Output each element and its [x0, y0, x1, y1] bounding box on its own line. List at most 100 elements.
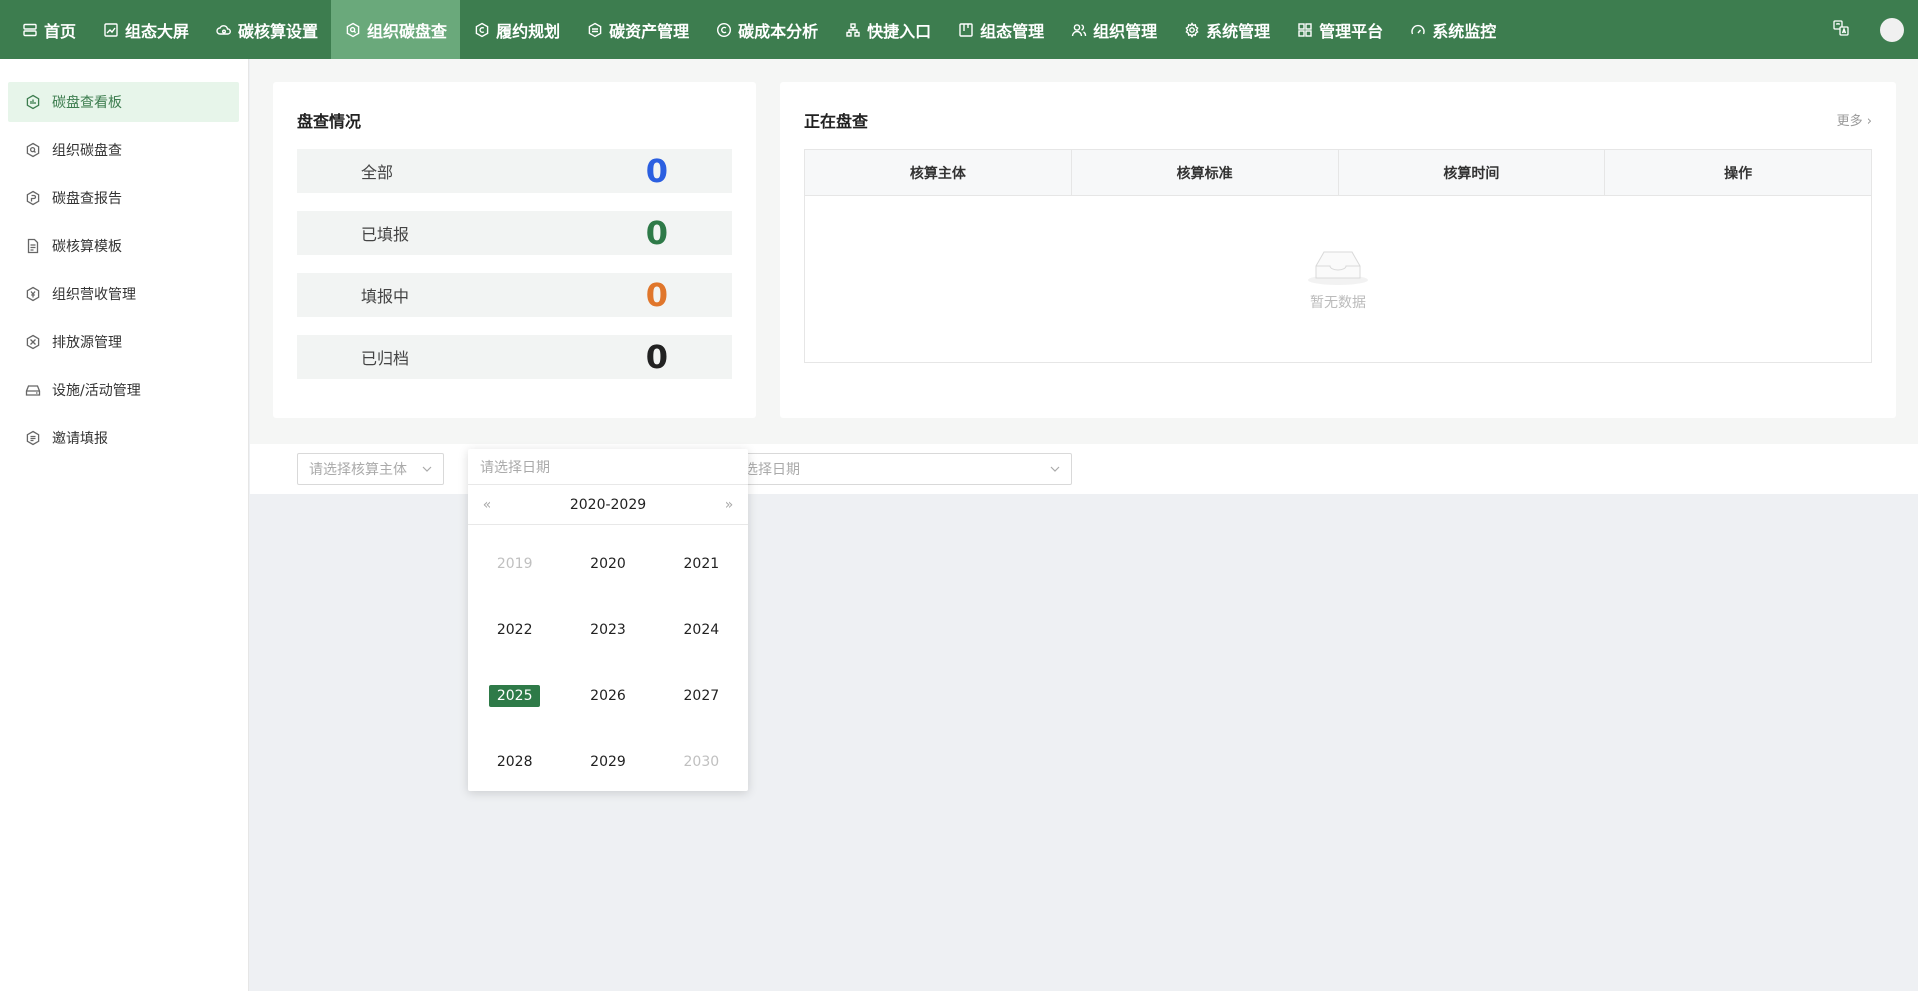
users-icon — [1070, 21, 1088, 39]
chevron-down-icon — [422, 466, 432, 472]
nav-item-system-monitor[interactable]: 系统监控 — [1396, 0, 1509, 59]
cloud-gear-icon — [215, 21, 233, 39]
column-header: 核算标准 — [1072, 150, 1339, 195]
sidebar-item-label: 排放源管理 — [52, 335, 122, 351]
year-cell[interactable]: 2020 — [561, 531, 654, 597]
avatar[interactable] — [1880, 17, 1904, 42]
translate-icon[interactable] — [1832, 19, 1850, 41]
grid-icon — [1296, 21, 1314, 39]
column-header: 核算时间 — [1339, 150, 1606, 195]
year-label: 2019 — [496, 556, 533, 572]
nav-item-home[interactable]: 首页 — [8, 0, 89, 59]
year-cell[interactable]: 2023 — [561, 597, 654, 663]
table-header: 核算主体 核算标准 核算时间 操作 — [805, 150, 1871, 196]
empty-state: 暂无数据 — [805, 245, 1871, 312]
year-label: 2024 — [683, 622, 720, 638]
year-label: 2027 — [683, 688, 720, 704]
year-cell[interactable]: 2019 — [468, 531, 561, 597]
year-cell[interactable]: 2027 — [655, 663, 748, 729]
sidebar-item-invite-fill[interactable]: 邀请填报 — [8, 418, 239, 458]
stat-row-archived: 已归档 0 — [297, 335, 732, 379]
sidebar-item-org-inventory[interactable]: 组织碳盘查 — [8, 130, 239, 170]
empty-inbox-icon — [1308, 251, 1368, 285]
server-icon — [21, 21, 39, 39]
sidebar-item-label: 碳盘查报告 — [52, 191, 122, 207]
nav-item-config-manage[interactable]: 组态管理 — [944, 0, 1057, 59]
stat-value: 0 — [645, 276, 668, 314]
year-label: 2028 — [496, 754, 533, 770]
tools-icon — [24, 333, 42, 351]
sidebar-item-revenue-manage[interactable]: 组织营收管理 — [8, 274, 239, 314]
stat-label: 已归档 — [361, 349, 410, 368]
nav-item-management-platform[interactable]: 管理平台 — [1283, 0, 1396, 59]
year-label: 2023 — [590, 622, 626, 638]
year-cell[interactable]: 2022 — [468, 597, 561, 663]
stat-label: 已填报 — [361, 225, 410, 244]
nav-item-dashboard-screen[interactable]: 组态大屏 — [89, 0, 202, 59]
entity-select-placeholder: 请选择核算主体 — [309, 462, 407, 478]
sidebar-item-inventory-board[interactable]: 碳盘查看板 — [8, 82, 239, 122]
hard-drive-icon — [24, 381, 42, 399]
next-decade-icon[interactable]: » — [714, 485, 744, 525]
chevron-down-icon — [1050, 466, 1060, 472]
sidebar-item-inventory-report[interactable]: 碳盘查报告 — [8, 178, 239, 218]
stat-label: 全部 — [361, 163, 394, 182]
picker-input-placeholder: 请选择日期 — [480, 459, 550, 476]
chart-line-icon — [102, 21, 120, 39]
search-hexagon-icon — [24, 141, 42, 159]
inventory-status-card: 盘查情况 全部 0 已填报 0 填报中 0 已归档 0 — [273, 82, 756, 418]
year-cell[interactable]: 2021 — [655, 531, 748, 597]
nav-item-compliance-plan[interactable]: 履约规划 — [460, 0, 573, 59]
nav-item-carbon-assets[interactable]: 碳资产管理 — [573, 0, 702, 59]
copyright-icon — [715, 21, 733, 39]
sidebar-item-label: 碳盘查看板 — [52, 95, 122, 111]
sidebar-item-label: 邀请填报 — [52, 431, 108, 447]
stat-row-all: 全部 0 — [297, 149, 732, 193]
year-label: 2025 — [488, 685, 541, 707]
board-icon — [957, 21, 975, 39]
date-select[interactable]: 请选择日期 — [718, 453, 1072, 485]
year-cell[interactable]: 2028 — [468, 729, 561, 795]
picker-header: « 2020-2029 » — [468, 485, 748, 525]
nav-item-label: 碳资产管理 — [609, 21, 690, 41]
year-cell[interactable]: 2030 — [655, 729, 748, 795]
sidebar-item-emission-source[interactable]: 排放源管理 — [8, 322, 239, 362]
nav-item-label: 碳核算设置 — [238, 21, 319, 41]
year-label: 2022 — [496, 622, 533, 638]
nav-item-label: 碳成本分析 — [738, 21, 819, 41]
prev-decade-icon[interactable]: « — [472, 485, 502, 525]
nav-item-org-manage[interactable]: 组织管理 — [1057, 0, 1170, 59]
copyright-icon — [473, 21, 491, 39]
nav-item-label: 首页 — [44, 21, 77, 41]
nav-item-label: 快捷入口 — [867, 21, 932, 41]
picker-date-input[interactable]: 请选择日期 — [468, 449, 748, 485]
stat-row-filled: 已填报 0 — [297, 211, 732, 255]
nav-item-label: 系统监控 — [1432, 21, 1497, 41]
year-cell[interactable]: 2024 — [655, 597, 748, 663]
nav-item-quick-entry[interactable]: 快捷入口 — [831, 0, 944, 59]
nav-item-label: 组织管理 — [1093, 21, 1158, 41]
entity-select[interactable]: 请选择核算主体 — [297, 453, 444, 485]
sidebar-item-calc-template[interactable]: 碳核算模板 — [8, 226, 239, 266]
nav-item-org-inventory[interactable]: 组织碳盘查 — [331, 0, 461, 59]
chevron-right-icon: › — [1866, 114, 1872, 129]
year-cell[interactable]: 2026 — [561, 663, 654, 729]
year-label: 2020 — [590, 556, 626, 572]
nav-item-carbon-cost[interactable]: 碳成本分析 — [702, 0, 831, 59]
hexagon-icon — [586, 21, 604, 39]
nav-item-system-manage[interactable]: 系统管理 — [1170, 0, 1283, 59]
year-cell-selected[interactable]: 2025 — [468, 663, 561, 729]
stat-value: 0 — [645, 338, 668, 376]
year-cell[interactable]: 2029 — [561, 729, 654, 795]
stat-row-filling: 填报中 0 — [297, 273, 732, 317]
column-header: 核算主体 — [805, 150, 1072, 195]
year-label: 2030 — [683, 754, 720, 770]
currency-hexagon-icon — [24, 285, 42, 303]
empty-text: 暂无数据 — [1310, 295, 1366, 311]
sidebar-item-label: 碳核算模板 — [52, 239, 122, 255]
decade-range-label: 2020-2029 — [569, 496, 647, 513]
more-link[interactable]: 更多 › — [1837, 110, 1872, 129]
sidebar-item-facility-activity[interactable]: 设施/活动管理 — [8, 370, 239, 410]
nav-item-carbon-settings[interactable]: 碳核算设置 — [202, 0, 331, 59]
nav-item-label: 组态管理 — [980, 21, 1045, 41]
